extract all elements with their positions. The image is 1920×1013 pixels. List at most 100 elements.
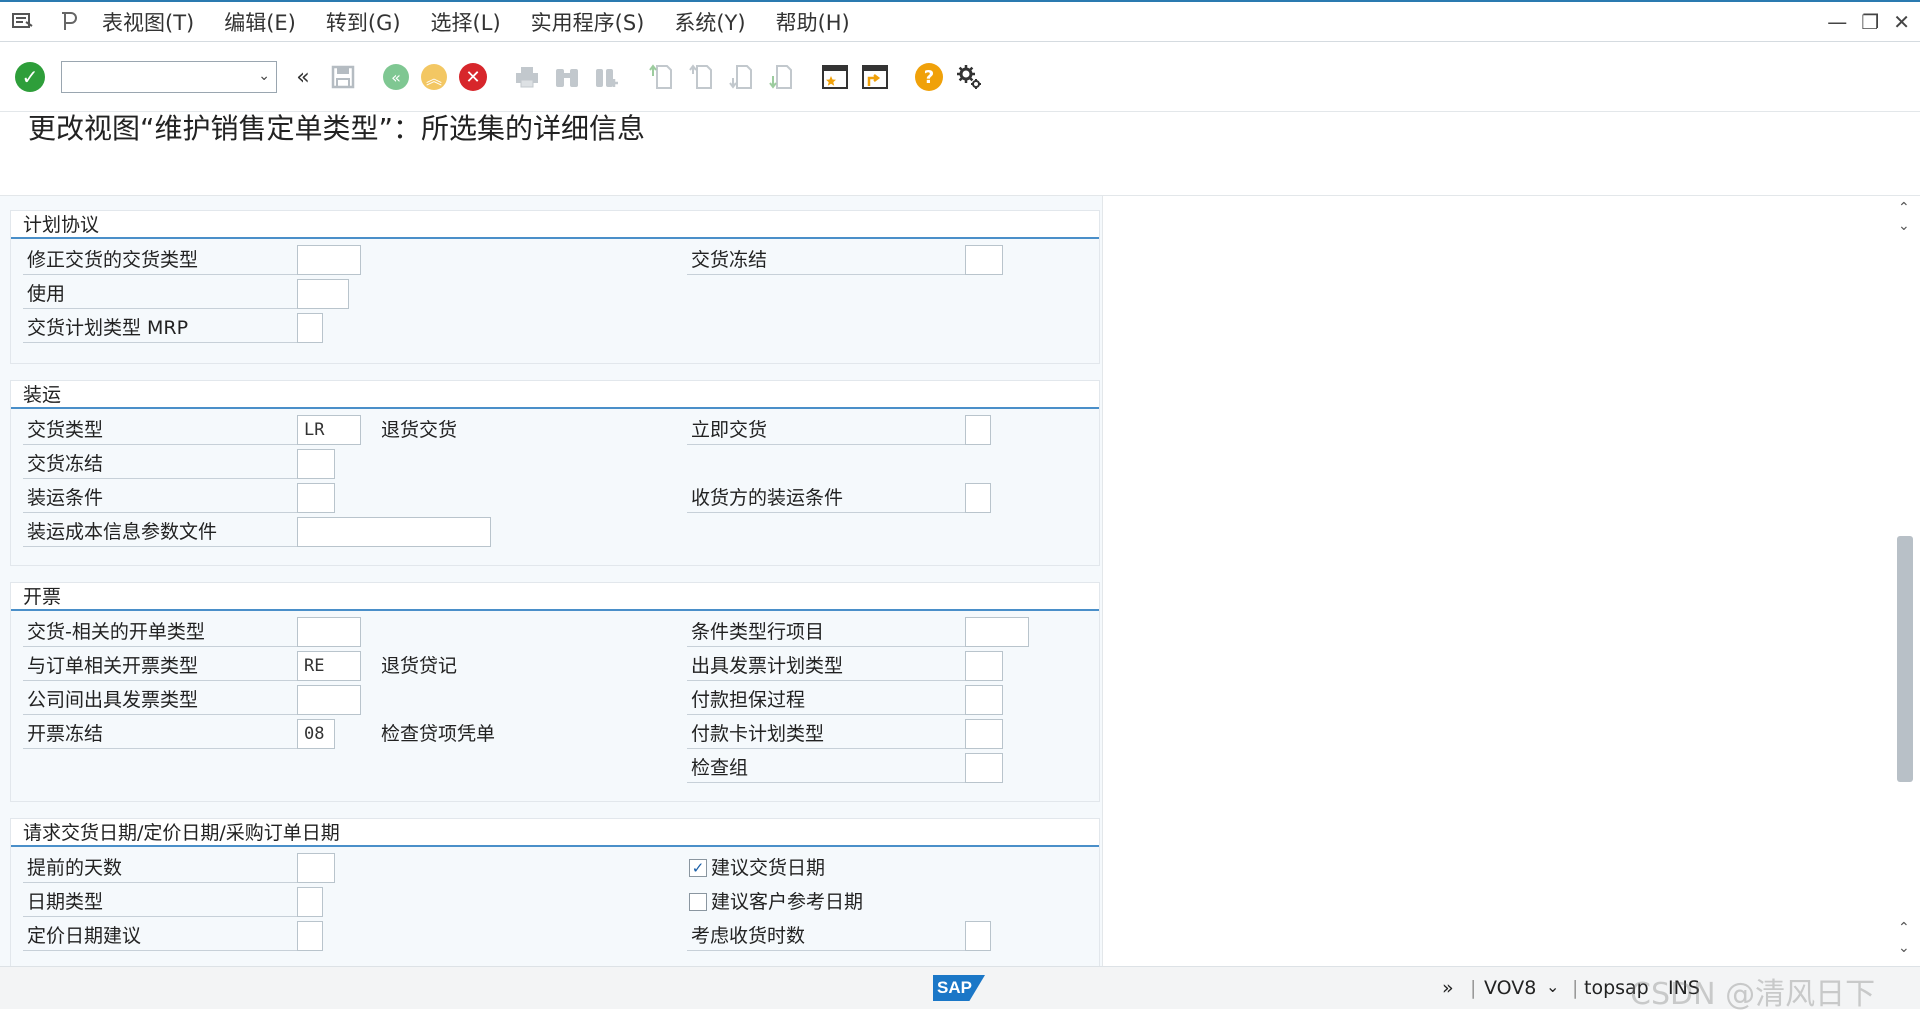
- restore-icon[interactable]: ❐: [1861, 10, 1879, 34]
- expand-status-icon[interactable]: »: [1442, 977, 1454, 999]
- enter-icon[interactable]: ✓: [15, 62, 45, 92]
- payment-card-plan-input[interactable]: [965, 719, 1003, 749]
- sap-menu-icon[interactable]: [58, 10, 82, 34]
- usage-input[interactable]: [297, 279, 349, 309]
- status-bar: SAP » | VOV8 ⌄ | topsap INS CSDN @清风日下: [0, 966, 1920, 1012]
- field-label: 检查组: [687, 753, 975, 783]
- cond-type-line-items-input[interactable]: [965, 617, 1029, 647]
- minimize-icon[interactable]: —: [1827, 10, 1847, 34]
- vertical-scrollbar[interactable]: ⌃ ⌄ ⌃ ⌄: [1894, 196, 1916, 966]
- menu-help[interactable]: 帮助(H): [776, 7, 850, 37]
- field-label: 提前的天数: [23, 853, 307, 883]
- last-page-icon[interactable]: [767, 63, 795, 91]
- first-page-icon[interactable]: [647, 63, 675, 91]
- group-title: 请求交货日期/定价日期/采购订单日期: [11, 819, 1099, 847]
- transaction-code: VOV8: [1484, 977, 1537, 999]
- field-label: 公司间出具发票类型: [23, 685, 307, 715]
- print-icon[interactable]: [513, 63, 541, 91]
- order-billing-type-desc: 退货贷记: [381, 655, 458, 677]
- menu-edit[interactable]: 编辑(E): [224, 7, 296, 37]
- field-label: 装运成本信息参数文件: [23, 517, 307, 547]
- save-icon[interactable]: [329, 63, 357, 91]
- prev-page-icon[interactable]: [687, 63, 715, 91]
- billing-block-desc: 检查贷项凭单: [381, 723, 496, 745]
- group-title: 装运: [11, 381, 1099, 409]
- next-page-icon[interactable]: [727, 63, 755, 91]
- scroll-down-icon[interactable]: ⌄: [1898, 940, 1910, 956]
- field-label: 付款担保过程: [687, 685, 975, 715]
- field-label: 开票冻结: [23, 719, 307, 749]
- consider-receiving-times-input[interactable]: [965, 921, 991, 951]
- command-field[interactable]: ⌄: [61, 61, 277, 93]
- shipment-cost-profile-input[interactable]: [297, 517, 491, 547]
- planning-delivery-block-input[interactable]: [965, 245, 1003, 275]
- menu-toggle-icon[interactable]: [12, 12, 36, 32]
- menu-selection[interactable]: 选择(L): [431, 7, 501, 37]
- intercompany-billing-type-input[interactable]: [297, 685, 361, 715]
- scroll-down-icon[interactable]: ⌃: [1898, 920, 1910, 936]
- cancel-icon[interactable]: ✕: [459, 63, 487, 91]
- menu-goto[interactable]: 转到(G): [326, 7, 401, 37]
- ship-to-conditions-input[interactable]: [965, 483, 991, 513]
- back-icon[interactable]: «: [383, 64, 409, 90]
- menu-utilities[interactable]: 实用程序(S): [531, 7, 645, 37]
- order-billing-type-input[interactable]: RE: [297, 651, 361, 681]
- pricing-date-proposal-input[interactable]: [297, 921, 323, 951]
- lead-time-days-input[interactable]: [297, 853, 335, 883]
- mrp-delivery-schedule-input[interactable]: [297, 313, 323, 343]
- propose-delivery-date-checkbox[interactable]: ✓: [689, 859, 707, 877]
- menu-bar: 表视图(T) 编辑(E) 转到(G) 选择(L) 实用程序(S) 系统(Y) 帮…: [0, 0, 1920, 42]
- content-area: 计划协议 修正交货的交货类型 交货冻结 使用 交货计划类型 MRP 装运 交货类…: [0, 196, 1900, 966]
- group-shipping: 装运 交货类型 LR 退货交货 立即交货 交货冻结 装运条件 收货方的装运条件 …: [10, 380, 1100, 566]
- chevron-down-icon[interactable]: ⌄: [1546, 977, 1559, 996]
- delivery-type-input[interactable]: LR: [297, 415, 361, 445]
- field-label: 交货类型: [23, 415, 307, 445]
- corr-delivery-type-input[interactable]: [297, 245, 361, 275]
- field-label: 交货冻结: [23, 449, 307, 479]
- help-icon[interactable]: ?: [915, 63, 943, 91]
- status-separator: |: [1470, 977, 1477, 999]
- chevron-down-icon[interactable]: ⌄: [258, 68, 270, 84]
- field-label: 交货冻结: [687, 245, 975, 275]
- group-dates: 请求交货日期/定价日期/采购订单日期 提前的天数 ✓ 建议交货日期 日期类型 建…: [10, 818, 1100, 966]
- shipping-delivery-block-input[interactable]: [297, 449, 335, 479]
- field-label: 立即交货: [687, 415, 975, 445]
- field-label: 装运条件: [23, 483, 307, 513]
- immediate-delivery-input[interactable]: [965, 415, 991, 445]
- propose-cust-ref-date-label: 建议客户参考日期: [711, 891, 864, 913]
- billing-block-input[interactable]: 08: [297, 719, 335, 749]
- menu-table-view[interactable]: 表视图(T): [102, 7, 194, 37]
- shipping-conditions-input[interactable]: [297, 483, 335, 513]
- field-label: 收货方的装运条件: [687, 483, 975, 513]
- find-next-icon[interactable]: [593, 63, 621, 91]
- field-label: 条件类型行项目: [687, 617, 975, 647]
- field-label: 定价日期建议: [23, 921, 307, 951]
- scroll-thumb[interactable]: [1897, 536, 1913, 782]
- field-label: 修正交货的交货类型: [23, 245, 307, 275]
- field-label: 付款卡计划类型: [687, 719, 975, 749]
- field-label: 与订单相关开票类型: [23, 651, 307, 681]
- menu-system[interactable]: 系统(Y): [674, 7, 745, 37]
- group-title: 开票: [11, 583, 1099, 611]
- payment-guarantee-input[interactable]: [965, 685, 1003, 715]
- create-session-icon[interactable]: [821, 63, 849, 91]
- detail-pane: 计划协议 修正交货的交货类型 交货冻结 使用 交货计划类型 MRP 装运 交货类…: [0, 196, 1103, 966]
- window-controls: — ❐ ✕: [1827, 10, 1910, 34]
- back-double-icon[interactable]: «: [289, 63, 317, 91]
- field-label: 日期类型: [23, 887, 307, 917]
- exit-icon[interactable]: ︽: [421, 64, 447, 90]
- date-type-input[interactable]: [297, 887, 323, 917]
- scroll-up-icon[interactable]: ⌄: [1898, 218, 1910, 234]
- shortcut-icon[interactable]: [861, 63, 889, 91]
- scroll-up-icon[interactable]: ⌃: [1898, 200, 1910, 216]
- billing-plan-type-input[interactable]: [965, 651, 1003, 681]
- watermark: CSDN @清风日下: [1630, 977, 1876, 1012]
- find-icon[interactable]: [553, 63, 581, 91]
- delivery-billing-type-input[interactable]: [297, 617, 361, 647]
- propose-cust-ref-date-checkbox[interactable]: [689, 893, 707, 911]
- propose-delivery-date-label: 建议交货日期: [711, 857, 826, 879]
- checking-group-input[interactable]: [965, 753, 1003, 783]
- close-window-icon[interactable]: ✕: [1893, 10, 1910, 34]
- settings-icon[interactable]: [955, 63, 983, 91]
- field-label: 使用: [23, 279, 307, 309]
